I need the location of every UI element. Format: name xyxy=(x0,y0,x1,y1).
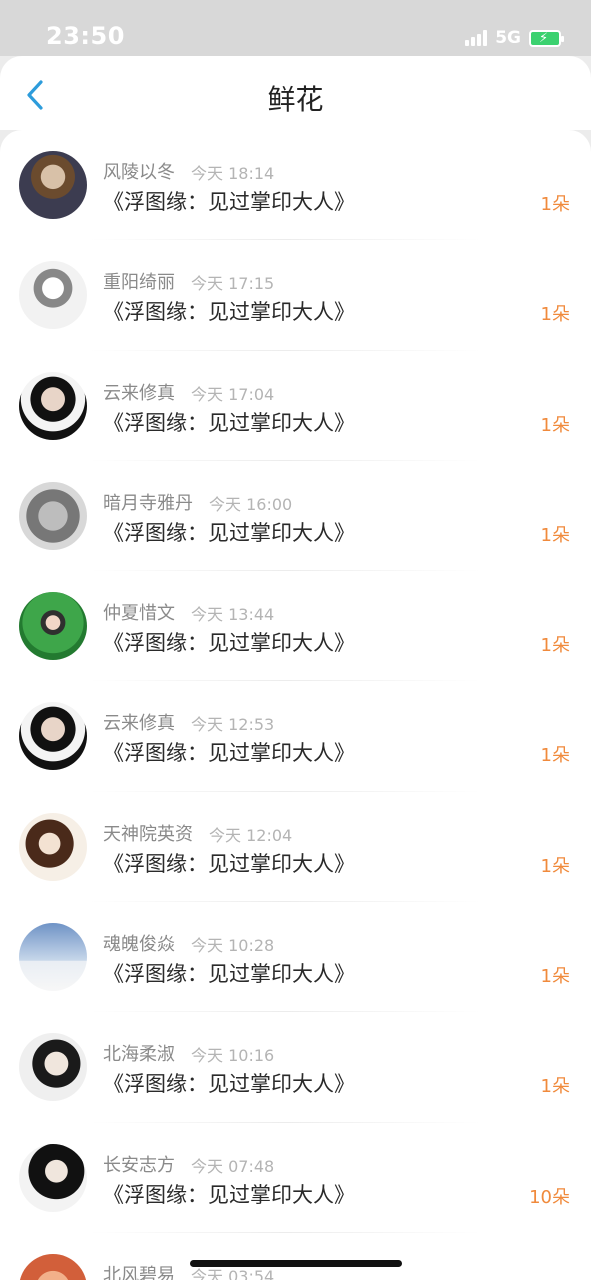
status-bar: 23:50 5G ⚡ xyxy=(0,0,591,56)
nav-bar: 鲜花 xyxy=(0,56,591,130)
user-name[interactable]: 暗月寺雅丹 xyxy=(103,489,193,515)
avatar[interactable] xyxy=(19,1033,87,1102)
flower-count: 1朵 xyxy=(540,966,570,988)
flower-list: 风陵以冬 今天 18:14 《浮图缘：见过掌印大人》 1朵 重阳绮丽 今天 17:15 《浮… xyxy=(0,130,591,1280)
user-name[interactable]: 重阳绮丽 xyxy=(103,268,175,294)
list-item[interactable]: 云来修真 今天 12:53 《浮图缘：见过掌印大人》 1朵 xyxy=(0,681,591,793)
list-item[interactable]: 云来修真 今天 17:04 《浮图缘：见过掌印大人》 1朵 xyxy=(0,351,591,462)
user-name[interactable]: 风陵以冬 xyxy=(103,158,175,184)
page-title: 鲜花 xyxy=(267,83,324,116)
timestamp: 今天 10:28 xyxy=(191,936,275,956)
book-title[interactable]: 《浮图缘：见过掌印大人》 xyxy=(103,296,355,326)
flower-count: 1朵 xyxy=(540,1076,570,1098)
flower-count: 1朵 xyxy=(540,194,570,215)
list-item[interactable]: 重阳绮丽 今天 17:15 《浮图缘：见过掌印大人》 1朵 xyxy=(0,240,591,351)
timestamp: 今天 17:04 xyxy=(191,384,275,404)
flower-count: 1朵 xyxy=(540,635,570,657)
flower-count: 1朵 xyxy=(540,524,570,546)
avatar[interactable] xyxy=(19,481,87,550)
status-icons: 5G ⚡ xyxy=(465,26,564,50)
avatar[interactable] xyxy=(19,1143,87,1212)
list-item[interactable]: 暗月寺雅丹 今天 16:00 《浮图缘：见过掌印大人》 1朵 xyxy=(0,461,591,572)
avatar[interactable] xyxy=(19,371,87,440)
avatar[interactable] xyxy=(19,923,87,992)
network-label: 5G xyxy=(495,28,521,48)
user-name[interactable]: 天神院英资 xyxy=(103,820,193,846)
list-item[interactable]: 北风碧易 今天 03:54 xyxy=(0,1233,591,1280)
timestamp: 今天 18:14 xyxy=(191,164,275,183)
book-title[interactable]: 《浮图缘：见过掌印大人》 xyxy=(103,848,355,878)
avatar[interactable] xyxy=(19,812,87,881)
avatar[interactable] xyxy=(19,1253,87,1280)
list-item[interactable]: 北海柔淑 今天 10:16 《浮图缘：见过掌印大人》 1朵 xyxy=(0,1012,591,1123)
list-item[interactable]: 长安志方 今天 07:48 《浮图缘：见过掌印大人》 10朵 xyxy=(0,1123,591,1234)
avatar[interactable] xyxy=(19,702,87,771)
timestamp: 今天 17:15 xyxy=(191,274,275,294)
user-name[interactable]: 云来修真 xyxy=(103,709,175,735)
user-name[interactable]: 魂魄俊焱 xyxy=(103,930,175,956)
user-name[interactable]: 仲夏惜文 xyxy=(103,599,175,625)
flower-count: 1朵 xyxy=(540,745,570,767)
list-item[interactable]: 魂魄俊焱 今天 10:28 《浮图缘：见过掌印大人》 1朵 xyxy=(0,902,591,1013)
user-name[interactable]: 北风碧易 xyxy=(103,1261,175,1280)
signal-icon xyxy=(465,30,488,46)
timestamp: 今天 07:48 xyxy=(191,1156,275,1176)
flower-count: 10朵 xyxy=(529,1186,570,1208)
list-item[interactable]: 风陵以冬 今天 18:14 《浮图缘：见过掌印大人》 1朵 xyxy=(0,130,591,241)
list-item[interactable]: 天神院英资 今天 12:04 《浮图缘：见过掌印大人》 1朵 xyxy=(0,792,591,903)
avatar[interactable] xyxy=(19,151,87,219)
flower-count: 1朵 xyxy=(540,304,570,326)
timestamp: 今天 12:53 xyxy=(191,715,275,735)
home-indicator[interactable] xyxy=(190,1260,402,1267)
user-name[interactable]: 长安志方 xyxy=(103,1151,175,1177)
timestamp: 今天 10:16 xyxy=(191,1046,275,1066)
status-time: 23:50 xyxy=(46,22,125,50)
avatar[interactable] xyxy=(19,261,87,330)
timestamp: 今天 16:00 xyxy=(209,494,293,514)
timestamp: 今天 13:44 xyxy=(191,605,275,625)
book-title[interactable]: 《浮图缘：见过掌印大人》 xyxy=(103,1179,355,1209)
book-title[interactable]: 《浮图缘：见过掌印大人》 xyxy=(103,958,355,988)
book-title[interactable]: 《浮图缘：见过掌印大人》 xyxy=(103,1068,355,1098)
book-title[interactable]: 《浮图缘：见过掌印大人》 xyxy=(103,737,355,767)
battery-charging-icon: ⚡ xyxy=(529,29,564,47)
book-title[interactable]: 《浮图缘：见过掌印大人》 xyxy=(103,627,355,657)
book-title[interactable]: 《浮图缘：见过掌印大人》 xyxy=(103,517,355,547)
book-title[interactable]: 《浮图缘：见过掌印大人》 xyxy=(103,407,355,437)
flower-count: 1朵 xyxy=(540,855,570,877)
timestamp: 今天 12:04 xyxy=(209,825,293,845)
flower-count: 1朵 xyxy=(540,414,570,436)
avatar[interactable] xyxy=(19,592,87,661)
book-title[interactable]: 《浮图缘：见过掌印大人》 xyxy=(103,186,355,216)
list-item[interactable]: 仲夏惜文 今天 13:44 《浮图缘：见过掌印大人》 1朵 xyxy=(0,571,591,682)
user-name[interactable]: 北海柔淑 xyxy=(103,1040,175,1066)
user-name[interactable]: 云来修真 xyxy=(103,379,175,405)
